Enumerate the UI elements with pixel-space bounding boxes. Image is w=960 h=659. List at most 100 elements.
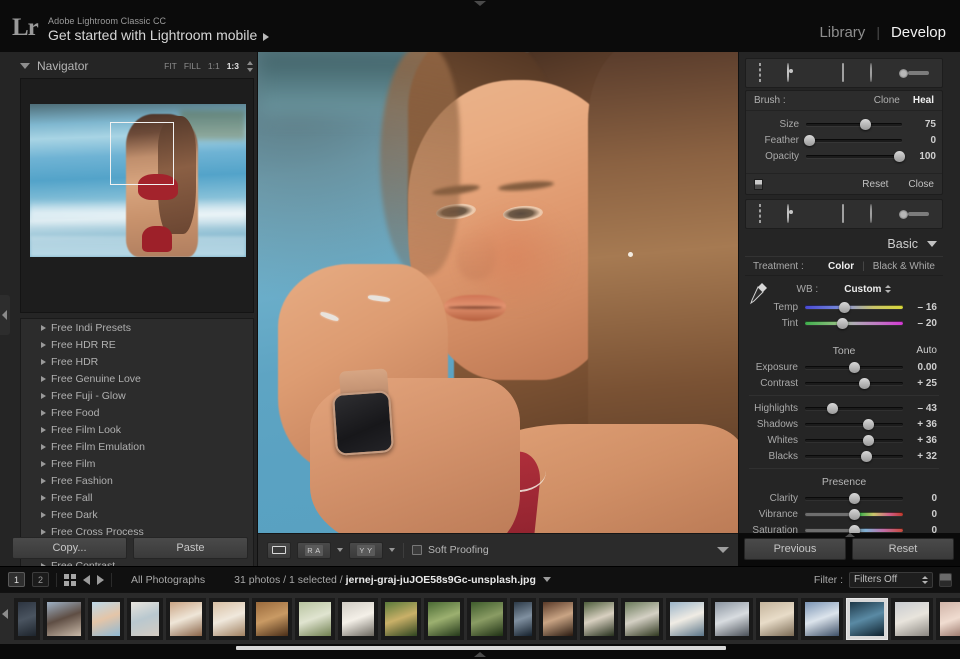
source-label[interactable]: All Photographs [131, 574, 205, 586]
preset-disclosure-icon[interactable] [41, 461, 46, 467]
zoom-fill[interactable]: FILL [184, 61, 201, 71]
preset-item[interactable]: Free HDR [21, 353, 253, 370]
play-arrow-icon[interactable] [263, 33, 269, 41]
filmstrip-thumbnail[interactable] [801, 598, 843, 640]
slider-value[interactable]: 0 [903, 493, 937, 504]
slider-knob[interactable] [894, 151, 905, 162]
filmstrip-thumbnail[interactable] [381, 598, 421, 640]
filmstrip-thumbnail[interactable] [127, 598, 163, 640]
slider-value[interactable]: – 20 [903, 318, 937, 329]
treatment-black-and-white[interactable]: Black & White [873, 261, 935, 272]
slider-track[interactable] [805, 366, 903, 369]
filter-select[interactable]: Filters Off [849, 572, 933, 588]
spot-removal-icon[interactable] [787, 64, 789, 82]
zoom-stepper[interactable] [247, 61, 254, 72]
slider-value[interactable]: 0 [902, 135, 936, 146]
crop-overlay-icon-2[interactable] [759, 205, 761, 223]
filmstrip-thumbnail[interactable] [338, 598, 378, 640]
reset-button[interactable]: Reset [852, 538, 954, 560]
treatment-color[interactable]: Color [828, 261, 854, 272]
slider-knob[interactable] [837, 318, 848, 329]
preset-item[interactable]: Free Food [21, 404, 253, 421]
preset-item[interactable]: Free Fuji - Glow [21, 387, 253, 404]
preset-item[interactable]: Free Film Look [21, 421, 253, 438]
slider-knob[interactable] [863, 419, 874, 430]
filmstrip-thumbnail[interactable] [539, 598, 577, 640]
preset-disclosure-icon[interactable] [41, 495, 46, 501]
slider-track[interactable] [805, 423, 903, 426]
filmstrip-thumbnail[interactable] [936, 598, 960, 640]
filmstrip-thumbnail[interactable] [88, 598, 124, 640]
slider-track[interactable] [805, 528, 903, 532]
forward-arrow-icon[interactable] [97, 575, 104, 585]
preset-disclosure-icon[interactable] [41, 410, 46, 416]
previous-button[interactable]: Previous [744, 538, 846, 560]
zoom-1-3[interactable]: 1:3 [227, 61, 239, 71]
filmstrip-thumbnail[interactable] [711, 598, 753, 640]
slider-value[interactable]: + 36 [903, 419, 937, 430]
slider-track[interactable] [806, 139, 902, 142]
slider-knob[interactable] [860, 119, 871, 130]
radial-filter-icon[interactable] [870, 64, 872, 82]
preset-disclosure-icon[interactable] [41, 529, 46, 535]
bottom-panel-collapse-arrow[interactable] [474, 652, 486, 657]
slider-knob[interactable] [849, 493, 860, 504]
filmstrip-thumbnail[interactable] [621, 598, 663, 640]
slider-value[interactable]: 75 [902, 119, 936, 130]
filmstrip-thumbnail[interactable] [846, 598, 888, 640]
preset-item[interactable]: Free Film Emulation [21, 438, 253, 455]
adjustment-brush-icon-2[interactable] [899, 210, 929, 219]
graduated-filter-icon-2[interactable] [842, 205, 844, 223]
basic-panel-header[interactable]: Basic [745, 233, 943, 255]
filmstrip-thumbnail[interactable] [891, 598, 933, 640]
preset-item[interactable]: Free HDR RE [21, 336, 253, 353]
right-panel-scroll-arrow[interactable] [845, 533, 855, 537]
preset-item[interactable]: Free Genuine Love [21, 370, 253, 387]
preset-item[interactable]: Free Indi Presets [21, 319, 253, 336]
slider-value[interactable]: + 36 [903, 435, 937, 446]
graduated-filter-icon[interactable] [842, 64, 844, 82]
slider-knob[interactable] [849, 525, 860, 534]
slider-value[interactable]: 0 [903, 509, 937, 520]
filmstrip-thumbnail[interactable] [43, 598, 85, 640]
slider-track[interactable] [805, 439, 903, 442]
preset-disclosure-icon[interactable] [41, 512, 46, 518]
spot-removal-icon-2[interactable] [787, 205, 789, 223]
screen-2-button[interactable]: 2 [32, 572, 49, 587]
slider-value[interactable]: + 25 [903, 378, 937, 389]
zoom-1-1[interactable]: 1:1 [208, 61, 220, 71]
filmstrip-thumbnail[interactable] [580, 598, 618, 640]
slider-value[interactable]: 0 [903, 525, 937, 534]
slider-track[interactable] [806, 123, 902, 126]
slider-track[interactable] [805, 497, 903, 500]
filmstrip-thumbnail[interactable] [510, 598, 536, 640]
filmstrip-left-arrow-icon[interactable] [2, 609, 8, 619]
module-library[interactable]: Library [819, 24, 865, 41]
brush-visualize-spots-icon[interactable] [754, 179, 763, 190]
zoom-fit[interactable]: FIT [164, 61, 177, 71]
brush-mode-clone[interactable]: Clone [874, 95, 900, 106]
preset-disclosure-icon[interactable] [41, 427, 46, 433]
before-after-ra-caret-icon[interactable] [337, 548, 343, 552]
filmstrip-resize-handle[interactable] [236, 646, 726, 650]
slider-value[interactable]: + 32 [903, 451, 937, 462]
navigator-preview[interactable] [20, 78, 254, 313]
preset-item[interactable]: Free Fall [21, 489, 253, 506]
filter-stepper-icon[interactable] [922, 576, 928, 584]
image-preview-area[interactable] [258, 52, 738, 533]
filmstrip-thumbnail[interactable] [209, 598, 249, 640]
slider-value[interactable]: – 43 [903, 403, 937, 414]
toolbar-options-caret-icon[interactable] [717, 547, 729, 553]
basic-disclosure-icon[interactable] [927, 241, 937, 247]
slider-value[interactable]: 0.00 [903, 362, 937, 373]
grid-view-icon[interactable] [64, 574, 76, 586]
filmstrip-thumbnail[interactable] [252, 598, 292, 640]
slider-knob[interactable] [827, 403, 838, 414]
filmstrip-thumbnail[interactable] [666, 598, 708, 640]
adjustment-brush-icon[interactable] [899, 69, 929, 78]
brush-reset-button[interactable]: Reset [862, 179, 888, 190]
before-after-yy-caret-icon[interactable] [389, 548, 395, 552]
slider-knob[interactable] [859, 378, 870, 389]
before-after-yy-button[interactable]: Y Y [349, 542, 383, 559]
slider-knob[interactable] [863, 435, 874, 446]
